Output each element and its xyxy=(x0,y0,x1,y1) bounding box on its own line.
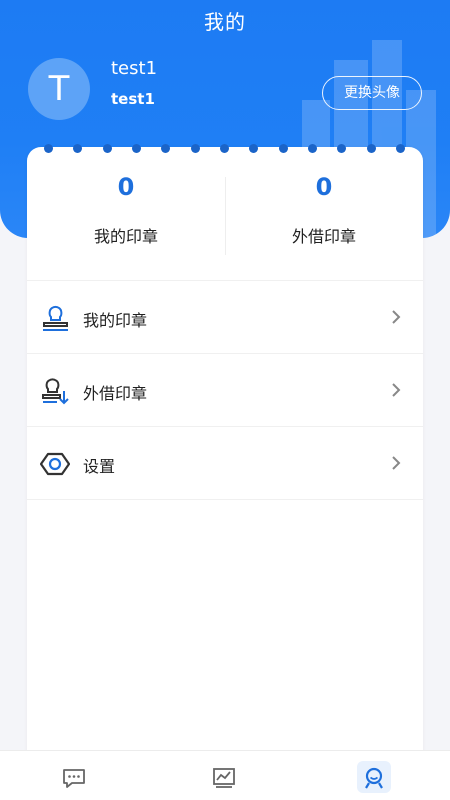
stat-value: 0 xyxy=(117,173,135,201)
bottom-tab-bar xyxy=(0,750,450,800)
chart-icon xyxy=(213,768,235,788)
menu-item-settings[interactable]: 设置 xyxy=(27,427,423,500)
chevron-right-icon xyxy=(392,383,401,397)
menu-item-my-stamps[interactable]: 我的印章 xyxy=(27,281,423,354)
binder-dot xyxy=(103,144,112,153)
change-avatar-button[interactable]: 更换头像 xyxy=(322,76,422,110)
stat-label: 我的印章 xyxy=(93,227,158,246)
stat-value: 0 xyxy=(315,173,333,201)
profile-screen: 我的 T test1 test1 更换头像 0 我的印章 0 外借印章 我的印章… xyxy=(0,0,450,800)
menu-item-lent-stamps[interactable]: 外借印章 xyxy=(27,354,423,427)
profile-icon xyxy=(365,767,383,789)
profile-card: 0 我的印章 0 外借印章 我的印章 外借印章 设置 xyxy=(27,144,423,760)
stat-label: 外借印章 xyxy=(291,227,356,246)
settings-hexagon-icon xyxy=(40,452,70,476)
binder-dot xyxy=(308,144,317,153)
tab-messages[interactable] xyxy=(0,751,150,800)
binder-dot xyxy=(249,144,258,153)
stat-lent-stamps[interactable]: 0 外借印章 xyxy=(225,161,423,279)
stamp-icon xyxy=(43,305,68,331)
binder-dot xyxy=(220,144,229,153)
binder-dot xyxy=(337,144,346,153)
binder-dot xyxy=(367,144,376,153)
avatar[interactable]: T xyxy=(28,58,90,120)
menu-item-label: 设置 xyxy=(83,457,116,476)
tab-profile[interactable] xyxy=(300,751,450,800)
stamp-lend-icon xyxy=(42,378,69,405)
binder-dot xyxy=(396,144,405,153)
binder-dot xyxy=(161,144,170,153)
menu-item-label: 我的印章 xyxy=(83,311,148,330)
tab-statistics[interactable] xyxy=(150,751,300,800)
stats-row: 0 我的印章 0 外借印章 xyxy=(27,161,423,279)
binder-dot xyxy=(73,144,82,153)
menu-item-label: 外借印章 xyxy=(83,384,148,403)
binder-dot xyxy=(191,144,200,153)
nickname: test1 xyxy=(111,90,155,108)
chevron-right-icon xyxy=(392,456,401,470)
page-title: 我的 xyxy=(204,10,246,34)
username: test1 xyxy=(111,58,158,79)
binder-dot xyxy=(279,144,288,153)
binder-dots xyxy=(27,144,423,159)
binder-dot xyxy=(44,144,53,153)
message-icon xyxy=(63,769,85,788)
chevron-right-icon xyxy=(392,310,401,324)
stat-my-stamps[interactable]: 0 我的印章 xyxy=(27,161,225,279)
binder-dot xyxy=(132,144,141,153)
